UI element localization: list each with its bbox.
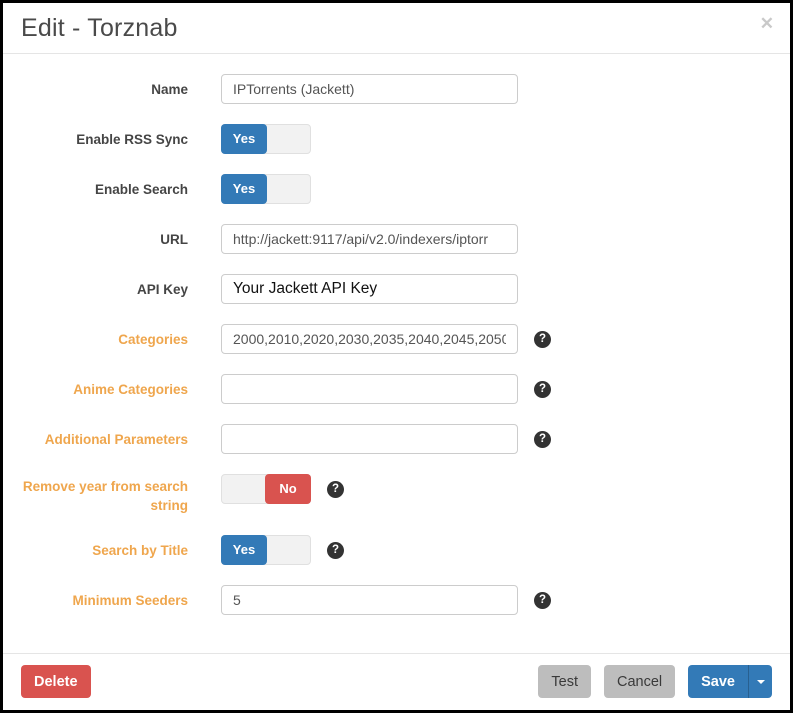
form-row-url: URL [21,224,772,254]
help-icon[interactable]: ? [327,542,344,559]
save-button[interactable]: Save [688,665,748,698]
additional-parameters-label: Additional Parameters [21,430,188,449]
form-row-additional-parameters: Additional Parameters ? [21,424,772,454]
help-icon[interactable]: ? [534,592,551,609]
enable-rss-sync-label: Enable RSS Sync [21,130,188,149]
form-row-name: Name [21,74,772,104]
form-row-remove-year: Remove year from search string No ? [21,474,772,515]
cancel-button[interactable]: Cancel [604,665,675,698]
toggle-state-label: Yes [221,124,267,154]
help-icon[interactable]: ? [534,331,551,348]
toggle-state-label: No [265,474,311,504]
name-label: Name [21,80,188,99]
minimum-seeders-label: Minimum Seeders [21,591,188,610]
api-key-label: API Key [21,280,188,299]
search-by-title-toggle[interactable]: Yes [221,535,311,565]
save-split-button: Save [688,665,772,698]
remove-year-toggle[interactable]: No [221,474,311,504]
categories-label: Categories [21,330,188,349]
anime-categories-label: Anime Categories [21,380,188,399]
help-icon[interactable]: ? [534,431,551,448]
form-row-api-key: API Key [21,274,772,304]
form-row-enable-rss-sync: Enable RSS Sync Yes [21,124,772,154]
enable-search-toggle[interactable]: Yes [221,174,311,204]
modal-title: Edit - Torznab [21,14,772,43]
form-row-categories: Categories ? [21,324,772,354]
remove-year-label: Remove year from search string [21,474,188,515]
enable-search-label: Enable Search [21,180,188,199]
search-by-title-label: Search by Title [21,541,188,560]
test-button[interactable]: Test [538,665,591,698]
form-row-anime-categories: Anime Categories ? [21,374,772,404]
url-label: URL [21,230,188,249]
modal-footer: Delete Test Cancel Save [3,653,790,710]
name-input[interactable] [221,74,518,104]
anime-categories-input[interactable] [221,374,518,404]
enable-rss-sync-toggle[interactable]: Yes [221,124,311,154]
form-row-enable-search: Enable Search Yes [21,174,772,204]
categories-input[interactable] [221,324,518,354]
caret-down-icon [757,680,765,684]
close-icon[interactable]: ✕ [760,15,774,32]
api-key-input[interactable] [221,274,518,304]
form-row-minimum-seeders: Minimum Seeders ? [21,585,772,615]
save-dropdown-button[interactable] [748,665,772,698]
help-icon[interactable]: ? [327,481,344,498]
additional-parameters-input[interactable] [221,424,518,454]
toggle-state-label: Yes [221,535,267,565]
help-icon[interactable]: ? [534,381,551,398]
footer-actions: Test Cancel Save [525,665,772,698]
delete-button[interactable]: Delete [21,665,91,698]
form-row-search-by-title: Search by Title Yes ? [21,535,772,565]
toggle-state-label: Yes [221,174,267,204]
minimum-seeders-input[interactable] [221,585,518,615]
modal-header: Edit - Torznab ✕ [3,3,790,54]
edit-torznab-modal: Edit - Torznab ✕ Name Enable RSS Sync Ye… [0,0,793,713]
url-input[interactable] [221,224,518,254]
modal-form: Name Enable RSS Sync Yes Enable Search Y… [3,54,790,615]
